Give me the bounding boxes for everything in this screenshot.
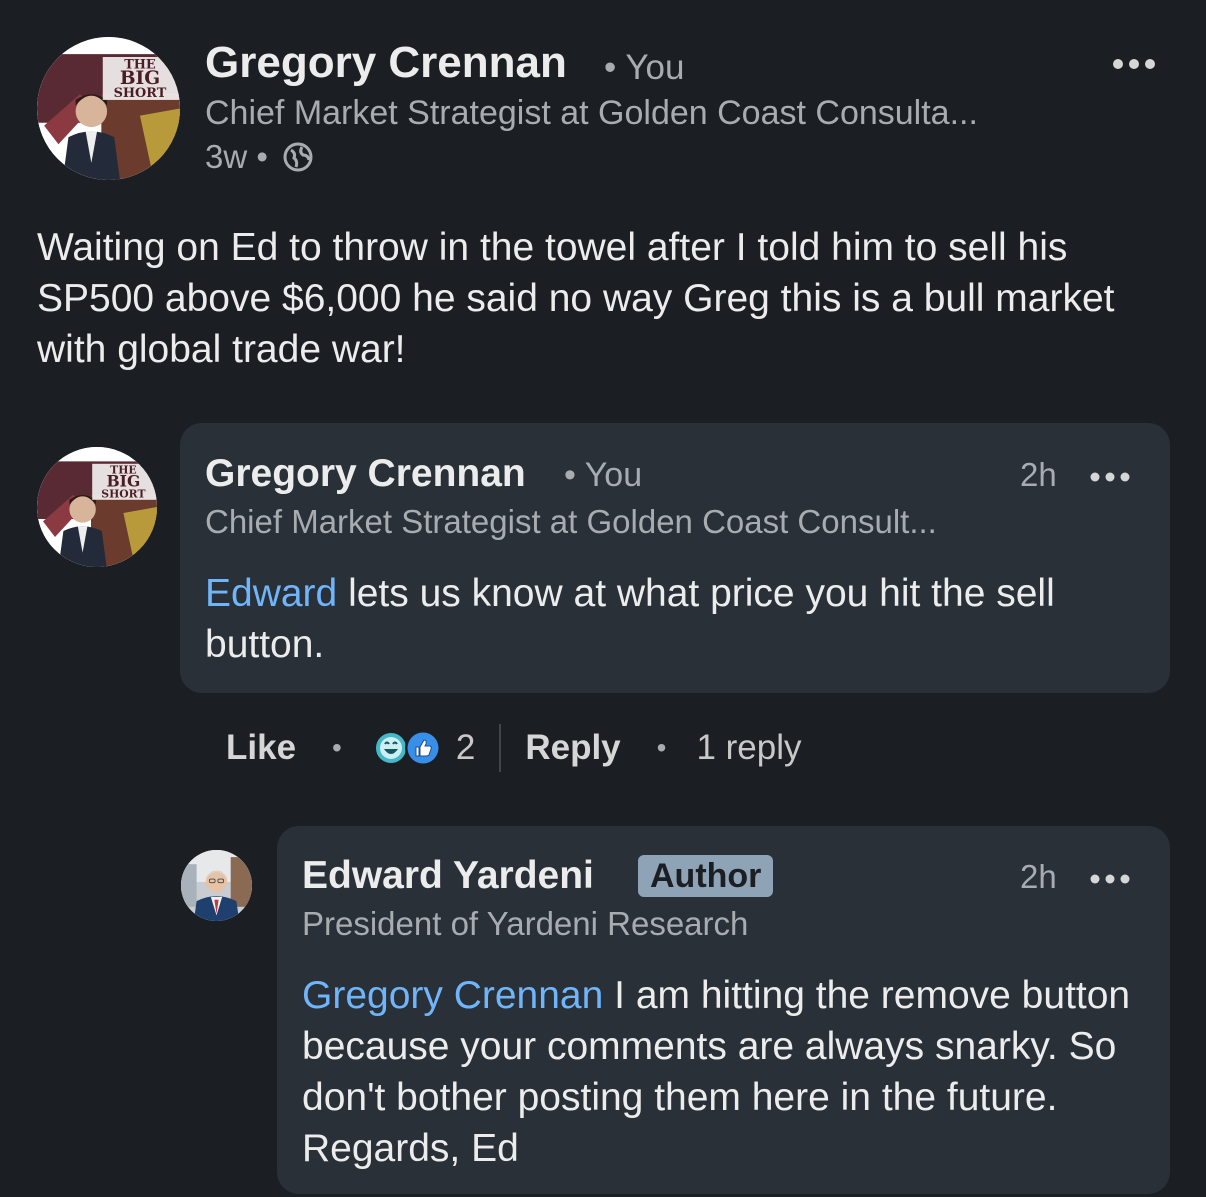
like-reaction-icon <box>404 729 442 767</box>
comment-actions-bar: Like • 2 Reply • 1 reply <box>226 722 802 774</box>
like-button[interactable]: Like <box>226 728 296 768</box>
comment-author-name[interactable]: Gregory Crennan <box>205 452 526 496</box>
separator-dot: • <box>656 732 667 763</box>
post-text: Waiting on Ed to throw in the towel afte… <box>37 226 1115 371</box>
comment-mention-link[interactable]: Edward <box>205 572 337 615</box>
reply-more-options-icon[interactable] <box>1090 872 1130 886</box>
avatar-logo-line3: SHORT <box>101 487 145 500</box>
comment-text: Edward lets us know at what price you hi… <box>205 568 1125 670</box>
post-author-headline: Chief Market Strategist at Golden Coast … <box>205 94 978 132</box>
reactions-summary[interactable]: 2 <box>372 728 475 768</box>
post-relation-label: • You <box>604 48 685 87</box>
reply-author-headline: President of Yardeni Research <box>302 905 749 942</box>
reply-button[interactable]: Reply <box>525 728 620 768</box>
reply-mention-link[interactable]: Gregory Crennan <box>302 974 603 1017</box>
comment-author-avatar[interactable]: THE BIG SHORT <box>37 447 157 567</box>
post-age: 3w • <box>205 138 268 175</box>
post-author-name[interactable]: Gregory Crennan <box>205 38 567 88</box>
separator-dot: • <box>332 732 342 763</box>
replies-count-link[interactable]: 1 reply <box>696 728 801 768</box>
author-badge: Author <box>638 855 774 897</box>
comment-more-options-icon[interactable] <box>1090 470 1130 484</box>
comment-relation-label: • You <box>564 456 643 494</box>
actions-divider <box>499 724 502 772</box>
globe-icon <box>282 141 314 173</box>
big-short-avatar-image: THE BIG SHORT <box>37 37 180 180</box>
reply-timestamp: 2h <box>1020 858 1057 895</box>
big-short-avatar-image: THE BIG SHORT <box>37 447 157 567</box>
comment-thread: THE BIG SHORT Gregory Crennan • You Chie… <box>0 0 1206 1197</box>
post-author-avatar[interactable]: THE BIG SHORT <box>37 37 180 180</box>
headshot-avatar-image <box>181 850 252 921</box>
comment-author-headline: Chief Market Strategist at Golden Coast … <box>205 503 937 540</box>
comment-timestamp: 2h <box>1020 456 1057 493</box>
avatar-logo-line3: SHORT <box>114 86 167 101</box>
post-more-options-icon[interactable] <box>1112 56 1156 72</box>
reply-author-avatar[interactable] <box>181 850 252 921</box>
reply-author-name[interactable]: Edward Yardeni <box>302 854 594 898</box>
reply-text: Gregory Crennan I am hitting the remove … <box>302 970 1152 1174</box>
reaction-count: 2 <box>455 728 476 767</box>
post-meta: 3w • <box>205 138 314 176</box>
